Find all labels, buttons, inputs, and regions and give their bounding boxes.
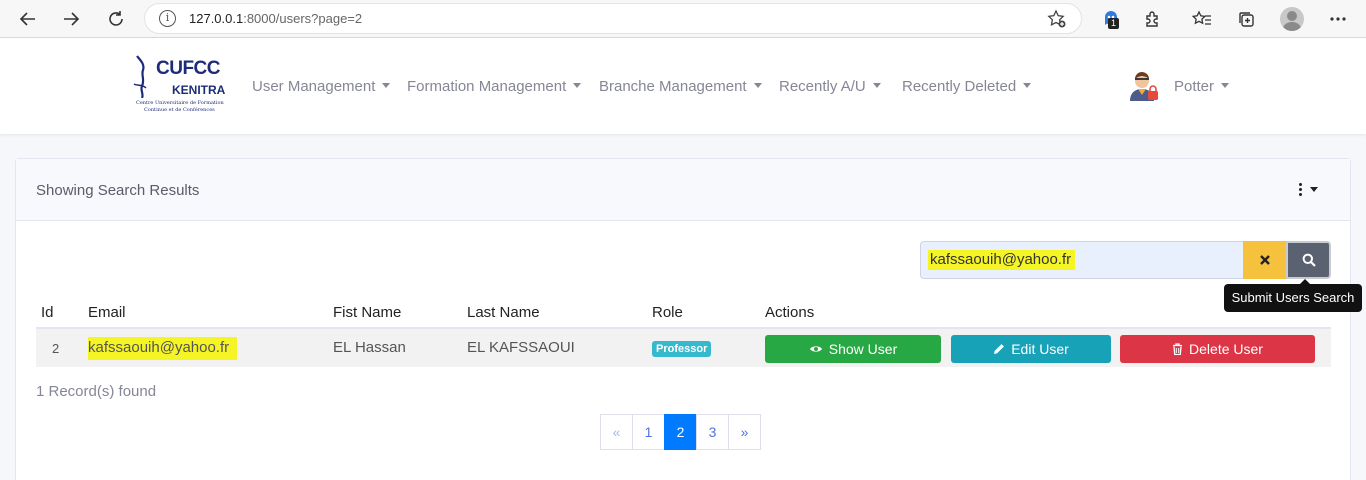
card-header: Showing Search Results (16, 159, 1350, 221)
trash-icon (1173, 343, 1183, 355)
logo-title: CUFCC (156, 58, 221, 79)
show-user-button[interactable]: Show User (765, 335, 941, 363)
col-actions: Actions (765, 304, 815, 321)
edit-user-button[interactable]: Edit User (951, 335, 1111, 363)
chevron-down-icon (1221, 82, 1230, 88)
user-avatar-icon[interactable] (1128, 70, 1160, 102)
cell-last-name: EL KAFSSAOUI (467, 339, 575, 356)
logo-city: KENITRA (172, 83, 226, 97)
cell-email: kafssaouih@yahoo.fr (88, 337, 238, 360)
extension-badge: 1 (1108, 18, 1119, 29)
search-value-highlight: kafssaouih@yahoo.fr (928, 250, 1076, 270)
url-text: 127.0.0.1:8000/users?page=2 (189, 11, 363, 26)
col-last-name: Last Name (467, 304, 540, 321)
col-role: Role (652, 304, 683, 321)
page-prev[interactable]: « (600, 414, 633, 450)
close-icon (1259, 255, 1270, 265)
nav-recently-au[interactable]: Recently A/U (779, 78, 881, 95)
browser-profile-icon[interactable] (1280, 7, 1304, 31)
chevron-down-icon (753, 82, 762, 88)
table-header: Id Email Fist Name Last Name Role Action… (36, 295, 1331, 329)
browser-toolbar: i 127.0.0.1:8000/users?page=2 1 (0, 0, 1366, 38)
search-results-card: Showing Search Results kafssaouih@yahoo.… (15, 158, 1362, 480)
refresh-icon[interactable] (102, 5, 130, 33)
card-options-dropdown[interactable] (1299, 183, 1318, 196)
role-badge: Professor (652, 341, 712, 357)
col-email: Email (88, 304, 126, 321)
back-icon[interactable] (14, 5, 42, 33)
chevron-down-icon (1023, 82, 1032, 88)
nav-recently-deleted[interactable]: Recently Deleted (902, 78, 1032, 95)
site-info-icon[interactable]: i (159, 10, 176, 27)
forward-icon[interactable] (57, 5, 85, 33)
page-3[interactable]: 3 (696, 414, 729, 450)
logo-subtitle-2: Continue et de Conférences (144, 107, 215, 113)
submit-search-button[interactable] (1286, 241, 1331, 279)
pencil-icon (994, 344, 1005, 354)
nav-formation-management[interactable]: Formation Management (407, 78, 582, 95)
add-favorite-icon[interactable] (1047, 9, 1067, 34)
chevron-down-icon (382, 82, 391, 88)
col-id: Id (41, 304, 54, 321)
nav-user-management[interactable]: User Management (252, 78, 391, 95)
cell-id: 2 (52, 341, 60, 356)
logo-subtitle-1: Centre Universitaire de Formation (136, 100, 224, 106)
logo-figure-icon (133, 55, 147, 98)
search-icon (1302, 253, 1316, 267)
records-count: 1 Record(s) found (36, 383, 157, 400)
nav-branche-management[interactable]: Branche Management (599, 78, 762, 95)
chevron-down-icon (872, 82, 881, 88)
eye-icon (809, 346, 822, 352)
clear-search-button[interactable] (1243, 241, 1286, 279)
page-1[interactable]: 1 (632, 414, 665, 450)
delete-user-button[interactable]: Delete User (1120, 335, 1315, 363)
page-2[interactable]: 2 (664, 414, 697, 450)
chevron-down-icon (573, 82, 582, 88)
kebab-icon (1299, 183, 1302, 196)
extension-ghost-icon[interactable]: 1 (1098, 6, 1124, 32)
table-row: 2 kafssaouih@yahoo.fr EL Hassan EL KAFSS… (36, 329, 1331, 367)
site-logo[interactable]: CUFCC KENITRA Centre Universitaire de Fo… (130, 52, 230, 116)
address-bar[interactable]: i 127.0.0.1:8000/users?page=2 (144, 3, 1082, 34)
col-first-name: Fist Name (333, 304, 402, 321)
collections-icon[interactable] (1233, 6, 1259, 32)
pagination: « 1 2 3 » (600, 414, 761, 450)
users-table: Id Email Fist Name Last Name Role Action… (36, 295, 1331, 367)
page-next[interactable]: » (728, 414, 761, 450)
more-options-icon[interactable] (1325, 6, 1351, 32)
cell-first-name: EL Hassan (333, 339, 406, 356)
user-menu[interactable]: Potter (1174, 78, 1230, 95)
top-navbar: CUFCC KENITRA Centre Universitaire de Fo… (0, 38, 1366, 134)
extensions-puzzle-icon[interactable] (1140, 6, 1166, 32)
card-title: Showing Search Results (36, 182, 200, 199)
chevron-down-icon (1310, 187, 1318, 192)
favorites-icon[interactable] (1189, 6, 1215, 32)
